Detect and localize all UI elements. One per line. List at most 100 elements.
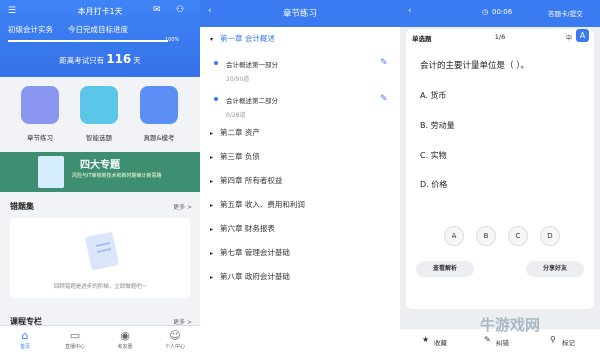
- chevron-right-icon: ▸: [210, 274, 214, 281]
- chapter-header: ‹ 章节练习: [200, 0, 400, 27]
- chapter-screen: ‹ 章节练习 ▾ 第一章 会计概述 会计概述第一部分 20/90道 ✎ 会计概述第…: [200, 0, 400, 355]
- answer-card-button[interactable]: 答题卡/提交: [548, 8, 583, 18]
- tab-home-label: 首页: [19, 344, 30, 350]
- section-1-count: 20/90道: [226, 76, 250, 83]
- answer-d-button[interactable]: D: [540, 226, 560, 246]
- tab-profile[interactable]: ☺ 个人中心: [150, 329, 200, 350]
- section-2-count: 0/28道: [226, 112, 246, 119]
- view-analysis-button[interactable]: 查看解析: [416, 261, 474, 277]
- chapter-2-label: 第二章 资产: [220, 128, 260, 137]
- chapter-5-label: 第五章 收入、费用和利润: [220, 200, 305, 209]
- exam-countdown: 距离考试只有 116 天: [0, 52, 200, 66]
- wrong-questions-card[interactable]: 回顾错题是进步的阶梯，立即做题吧~: [10, 218, 190, 298]
- chapter-item-7[interactable]: ▸ 第七章 管理会计基础: [210, 247, 290, 258]
- answer-b-button[interactable]: B: [476, 226, 496, 246]
- section-2-label[interactable]: 会计概述第二部分: [226, 95, 278, 105]
- mark-icon[interactable]: ⚲: [550, 335, 556, 344]
- collect-label[interactable]: 收藏: [434, 337, 447, 347]
- font-size-label[interactable]: 中: [566, 33, 572, 42]
- star-icon[interactable]: ★: [422, 335, 429, 344]
- edit-icon[interactable]: ✎: [380, 58, 388, 68]
- circle-icon: ◉: [120, 329, 130, 342]
- chevron-right-icon: ▸: [210, 154, 214, 161]
- timer: 00:06: [492, 8, 513, 16]
- feature-grid: 章节练习 智能选题 真题&模考: [0, 80, 200, 150]
- site-watermark: 牛游戏网: [480, 316, 541, 334]
- chapter-1-label: 第一章 会计概述: [220, 34, 275, 43]
- chevron-right-icon: ▸: [210, 178, 214, 185]
- wrong-empty-message: 回顾错题是进步的阶梯，立即做题吧~: [53, 284, 147, 290]
- section-dot-2: [214, 97, 218, 101]
- tab-community-label: 考友圈: [117, 344, 133, 350]
- chapter-item-2[interactable]: ▸ 第二章 资产: [210, 127, 260, 138]
- mail-icon[interactable]: ✉: [153, 5, 161, 15]
- chapter-practice-icon[interactable]: [21, 86, 59, 124]
- chapter-item-5[interactable]: ▸ 第五章 收入、费用和利润: [210, 199, 305, 210]
- pin-icon[interactable]: ✎: [484, 335, 491, 344]
- tab-community[interactable]: ◉ 考友圈: [100, 329, 150, 350]
- tv-icon: ▭: [69, 329, 81, 342]
- mark-label[interactable]: 标记: [562, 337, 575, 347]
- bottom-tabbar: ⌂ 首页 ▭ 直播中心 ◉ 考友圈 ☺ 个人中心: [0, 325, 200, 355]
- chevron-right-icon: ▸: [210, 250, 214, 257]
- section-1-label[interactable]: 会计概述第一部分: [226, 59, 278, 69]
- wrong-more-link[interactable]: 更多 >: [173, 202, 192, 211]
- question-text: 会计的主要计量单位是（ ）。: [420, 61, 529, 71]
- option-b[interactable]: B. 劳动量: [420, 120, 455, 131]
- share-button[interactable]: 分享好友: [526, 261, 584, 277]
- chevron-right-icon: ▸: [210, 202, 214, 209]
- exam-post: 天: [133, 56, 141, 65]
- feature-label-smart[interactable]: 智能选题: [69, 132, 129, 142]
- chapter-item-4[interactable]: ▸ 第四章 所有者权益: [210, 175, 282, 186]
- banner-subtitle: 风险与IT审核新技术和新时期审计新思路: [72, 173, 162, 179]
- answer-c-button[interactable]: C: [508, 226, 528, 246]
- feature-label-exam[interactable]: 真题&模考: [129, 132, 189, 142]
- option-a[interactable]: A. 货币: [420, 90, 446, 101]
- chapter-item-1[interactable]: ▾ 第一章 会计概述: [210, 33, 275, 44]
- feature-label-chapter[interactable]: 章节练习: [10, 132, 70, 142]
- tab-live[interactable]: ▭ 直播中心: [50, 329, 100, 350]
- promo-banner[interactable]: 四大专题 风险与IT审核新技术和新时期审计新思路: [0, 152, 200, 192]
- tab-home[interactable]: ⌂ 首页: [0, 329, 50, 350]
- chevron-right-icon: ▸: [210, 226, 214, 233]
- option-d[interactable]: D. 价格: [420, 179, 447, 190]
- chapter-7-label: 第七章 管理会计基础: [220, 248, 290, 257]
- checkin-title: 本月打卡1天: [77, 7, 123, 16]
- section-dot-1: [214, 61, 218, 65]
- home-icon: ⌂: [21, 329, 29, 342]
- chapter-3-label: 第三章 负债: [220, 152, 260, 161]
- banner-title: 四大专题: [80, 160, 120, 171]
- chevron-down-icon: ▾: [210, 36, 214, 43]
- user-icon[interactable]: ⚇: [176, 5, 184, 15]
- chapter-8-label: 第八章 政府会计基础: [220, 272, 290, 281]
- question-header: ‹ ◷ 00:06 答题卡/提交: [400, 0, 600, 27]
- smart-select-icon[interactable]: [80, 86, 118, 124]
- person-icon: ☺: [169, 329, 181, 342]
- back-icon[interactable]: ‹: [408, 6, 412, 16]
- progress-fill: [8, 40, 168, 42]
- chapter-item-6[interactable]: ▸ 第六章 财务报表: [210, 223, 275, 234]
- notebook-icon: [85, 232, 119, 270]
- question-card: 单选题 1/6 中 A 会计的主要计量单位是（ ）。 A. 货币 B. 劳动量 …: [406, 29, 594, 309]
- clock-icon: ◷: [482, 8, 489, 16]
- exam-pre: 距离考试只有: [59, 56, 105, 65]
- home-screen: ☰ 本月打卡1天 ✉ ⚇ 初级会计实务 今日完成目标进度 100% 距离考试只有…: [0, 0, 200, 355]
- option-c[interactable]: C. 实物: [420, 150, 447, 161]
- real-exam-icon[interactable]: [140, 86, 178, 124]
- chapter-6-label: 第六章 财务报表: [220, 224, 275, 233]
- chevron-right-icon: ▸: [210, 130, 214, 137]
- subject-label[interactable]: 初级会计实务: [8, 24, 53, 35]
- progress-percent: 100%: [165, 37, 180, 43]
- font-size-icon[interactable]: A: [576, 29, 589, 42]
- wrong-questions-title: 错题集: [10, 202, 34, 211]
- tab-profile-label: 个人中心: [164, 344, 185, 350]
- edit-icon[interactable]: ✎: [380, 94, 388, 104]
- tab-live-label: 直播中心: [64, 344, 85, 350]
- chapter-4-label: 第四章 所有者权益: [220, 176, 283, 185]
- answer-a-button[interactable]: A: [444, 226, 464, 246]
- question-screen: ‹ ◷ 00:06 答题卡/提交 单选题 1/6 中 A 会计的主要计量单位是（…: [400, 0, 600, 355]
- chapter-item-8[interactable]: ▸ 第八章 政府会计基础: [210, 271, 290, 282]
- report-label[interactable]: 纠错: [496, 337, 509, 347]
- chapter-item-3[interactable]: ▸ 第三章 负债: [210, 151, 260, 162]
- today-progress-label: 今日完成目标进度: [68, 25, 128, 34]
